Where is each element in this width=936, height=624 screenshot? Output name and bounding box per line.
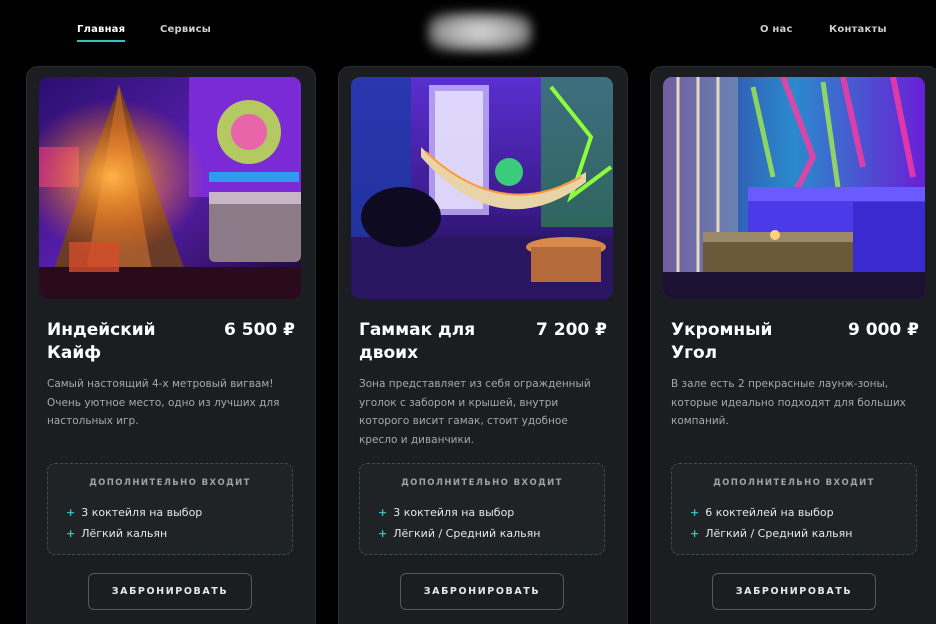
card-price: 9 000 ₽ xyxy=(848,320,919,340)
card-photo-teepee xyxy=(39,77,301,299)
plus-icon: + xyxy=(378,506,388,519)
extras-list: +3 коктейля на выбор + Лёгкий кальян xyxy=(66,502,202,544)
extras-item: +6 коктейлей на выбор xyxy=(690,502,852,523)
extras-item-label: Лёгкий кальян xyxy=(81,527,168,540)
extras-item-label: Лёгкий / Средний кальян xyxy=(393,527,541,540)
extras-item-label: 3 коктейля на выбор xyxy=(393,506,515,519)
plus-icon: + xyxy=(690,527,700,540)
extras-item: + Лёгкий кальян xyxy=(66,523,202,544)
service-card-2: Гаммак для двоих 7 200 ₽ Зона представля… xyxy=(338,66,628,624)
card-description: В зале есть 2 прекрасные лаунж-зоны, кот… xyxy=(671,378,906,427)
plus-icon: + xyxy=(690,506,700,519)
active-nav-underline xyxy=(77,40,126,42)
extras-item: +3 коктейля на выбор xyxy=(378,502,540,523)
book-button[interactable]: ЗАБРОНИРОВАТЬ xyxy=(88,573,252,610)
service-card-1: Индейский Кайф 6 500 ₽ Самый настоящий 4… xyxy=(26,66,316,624)
plus-icon: + xyxy=(66,506,76,519)
card-title: Гаммак для двоих xyxy=(359,320,476,363)
card-price: 7 200 ₽ xyxy=(536,320,607,340)
logo[interactable] xyxy=(428,12,532,52)
extras-item: + Лёгкий / Средний кальян xyxy=(690,523,852,544)
book-button[interactable]: ЗАБРОНИРОВАТЬ xyxy=(712,573,876,610)
extras-list: +6 коктейлей на выбор + Лёгкий / Средний … xyxy=(690,502,852,544)
extras-item-label: Лёгкий / Средний кальян xyxy=(705,527,853,540)
card-description: Зона представляет из себя огражденный уг… xyxy=(359,378,591,446)
top-navigation: Главная Сервисы О нас Контакты xyxy=(0,0,936,62)
included-extras-box: ДОПОЛНИТЕЛЬНО ВХОДИТ +6 коктейлей на выб… xyxy=(671,463,917,555)
extras-item-label: 6 коктейлей на выбор xyxy=(705,506,834,519)
extras-item: +3 коктейля на выбор xyxy=(66,502,202,523)
extras-title: ДОПОЛНИТЕЛЬНО ВХОДИТ xyxy=(713,478,875,488)
plus-icon: + xyxy=(378,527,388,540)
plus-icon: + xyxy=(66,527,76,540)
extras-item: + Лёгкий / Средний кальян xyxy=(378,523,540,544)
card-description: Самый настоящий 4-х метровый вигвам! Оче… xyxy=(47,378,280,427)
nav-services-link[interactable]: Сервисы xyxy=(160,24,211,35)
extras-title: ДОПОЛНИТЕЛЬНО ВХОДИТ xyxy=(89,478,251,488)
nav-home-link[interactable]: Главная xyxy=(77,24,126,42)
nav-about-link[interactable]: О нас xyxy=(760,24,793,35)
included-extras-box: ДОПОЛНИТЕЛЬНО ВХОДИТ +3 коктейля на выбо… xyxy=(47,463,293,555)
card-photo-hammock xyxy=(351,77,613,299)
book-button[interactable]: ЗАБРОНИРОВАТЬ xyxy=(400,573,564,610)
card-title: Укромный Угол xyxy=(671,320,773,363)
extras-title: ДОПОЛНИТЕЛЬНО ВХОДИТ xyxy=(401,478,563,488)
nav-home-label: Главная xyxy=(77,24,126,35)
included-extras-box: ДОПОЛНИТЕЛЬНО ВХОДИТ +3 коктейля на выбо… xyxy=(359,463,605,555)
card-price: 6 500 ₽ xyxy=(224,320,295,340)
extras-list: +3 коктейля на выбор + Лёгкий / Средний к… xyxy=(378,502,540,544)
service-card-3: Укромный Угол 9 000 ₽ В зале есть 2 прек… xyxy=(650,66,936,624)
nav-contacts-link[interactable]: Контакты xyxy=(829,24,887,35)
card-title: Индейский Кайф xyxy=(47,320,156,363)
card-photo-lounge xyxy=(663,77,925,299)
extras-item-label: 3 коктейля на выбор xyxy=(81,506,203,519)
